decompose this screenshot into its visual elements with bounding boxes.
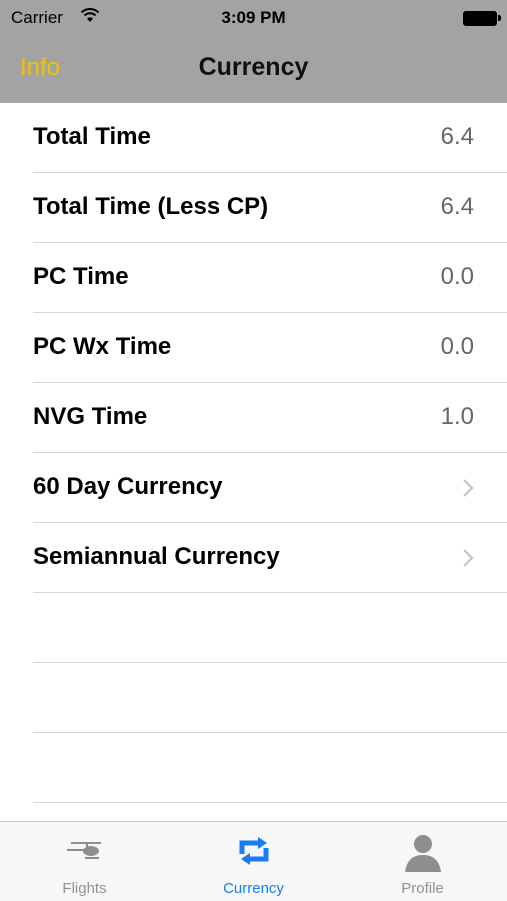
list-item-pc-wx-time[interactable]: PC Wx Time 0.0	[33, 313, 507, 383]
tab-label: Profile	[401, 880, 444, 897]
row-label: NVG Time	[33, 403, 148, 430]
currency-list: Total Time 6.4 Total Time (Less CP) 6.4 …	[0, 103, 507, 803]
row-label: 60 Day Currency	[33, 473, 223, 500]
row-value: 1.0	[440, 403, 474, 430]
tab-label: Flights	[62, 880, 107, 897]
row-label: PC Time	[33, 263, 129, 290]
row-label: Semiannual Currency	[33, 543, 280, 570]
person-icon	[404, 835, 441, 872]
row-value: 0.0	[440, 333, 474, 360]
chevron-right-icon	[463, 549, 474, 567]
helicopter-icon	[66, 842, 101, 859]
empty-row	[33, 733, 507, 803]
status-bar: Carrier 3:09 PM	[0, 0, 507, 36]
tab-label: Currency	[223, 880, 284, 897]
list-item-nvg-time[interactable]: NVG Time 1.0	[33, 383, 507, 453]
empty-row	[33, 663, 507, 733]
list-item-total-time[interactable]: Total Time 6.4	[33, 103, 507, 173]
tab-flights[interactable]: Flights	[0, 822, 169, 901]
row-value: 0.0	[440, 263, 474, 290]
repeat-icon	[239, 837, 268, 865]
tab-currency[interactable]: Currency	[169, 822, 338, 901]
row-label: Total Time	[33, 123, 151, 150]
clock: 3:09 PM	[221, 8, 286, 27]
tab-bar: Flights Currency Profile	[0, 821, 507, 901]
list-item-60-day-currency[interactable]: 60 Day Currency	[33, 453, 507, 523]
row-label: Total Time (Less CP)	[33, 193, 269, 220]
chevron-right-icon	[463, 479, 474, 497]
list-item-total-time-less-cp[interactable]: Total Time (Less CP) 6.4	[33, 173, 507, 243]
navigation-bar: Info Currency	[0, 36, 507, 103]
row-label: PC Wx Time	[33, 333, 172, 360]
page-title: Currency	[198, 53, 309, 81]
row-value: 6.4	[440, 193, 474, 220]
list-item-semiannual-currency[interactable]: Semiannual Currency	[33, 523, 507, 593]
battery-icon	[463, 11, 497, 26]
tab-profile[interactable]: Profile	[338, 822, 507, 901]
empty-row	[33, 593, 507, 663]
battery-tip	[498, 15, 501, 21]
list-item-pc-time[interactable]: PC Time 0.0	[33, 243, 507, 313]
row-value: 6.4	[440, 123, 474, 150]
